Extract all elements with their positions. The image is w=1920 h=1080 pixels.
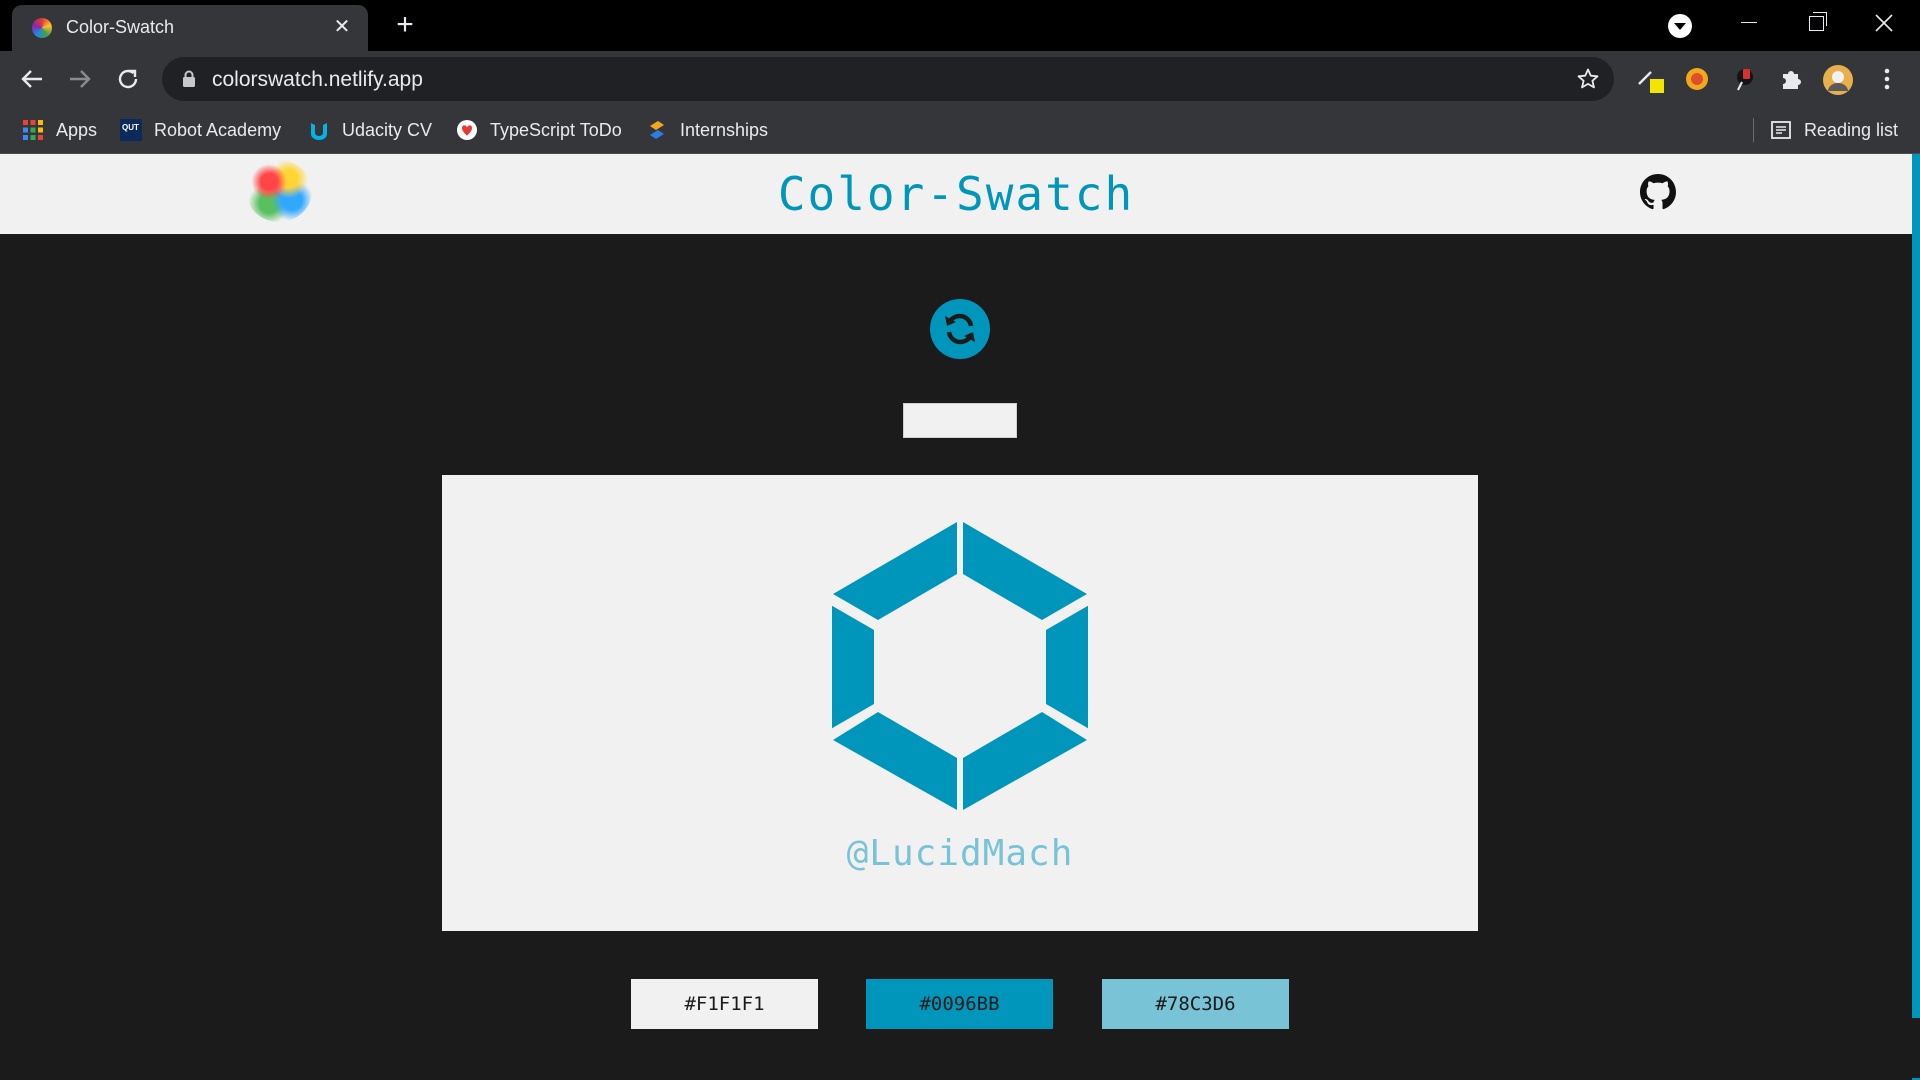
close-icon: [1875, 14, 1893, 32]
bookmarks-bar: Apps QUT Robot Academy Udacity CV TypeSc…: [0, 107, 1920, 154]
browser-toolbar: colorswatch.netlify.app: [0, 51, 1920, 107]
author-handle: @LucidMach: [846, 833, 1074, 874]
todo-icon: [457, 120, 477, 140]
bookmark-label: Apps: [56, 119, 98, 140]
reload-button[interactable]: [112, 63, 144, 95]
bookmark-label: Udacity CV: [342, 119, 433, 140]
tab-close-icon[interactable]: ✕: [330, 15, 354, 39]
reading-list-label: Reading list: [1803, 119, 1898, 140]
profile-avatar[interactable]: [1822, 64, 1853, 95]
arrow-right-icon: [70, 70, 91, 88]
bookmarks-separator: [1752, 118, 1754, 142]
arrow-left-icon: [21, 70, 42, 88]
lock-icon: [183, 70, 195, 87]
page-title: Color-Swatch: [777, 167, 1135, 221]
color-swatch-favicon-icon: [32, 18, 52, 38]
color-preview-card: @LucidMach: [442, 475, 1478, 931]
bookmark-apps[interactable]: Apps: [22, 116, 97, 144]
internships-icon: [650, 121, 664, 139]
window-close-button[interactable]: [1864, 6, 1904, 40]
tab-title: Color-Swatch: [66, 17, 175, 37]
refresh-icon: [945, 313, 975, 345]
new-tab-button[interactable]: +: [390, 10, 420, 41]
reload-icon: [118, 69, 138, 89]
reading-list-button[interactable]: Reading list: [1752, 116, 1898, 144]
bookmark-label: Internships: [680, 119, 769, 140]
swatch-accent-light-button[interactable]: #78C3D6: [1102, 979, 1289, 1029]
bookmark-robot-academy[interactable]: QUT Robot Academy: [120, 116, 281, 144]
apps-grid-icon: [23, 120, 43, 140]
randomize-colors-button[interactable]: [930, 299, 990, 359]
forward-button[interactable]: [64, 63, 96, 95]
svg-text:QUT: QUT: [122, 123, 139, 132]
extension-highlighter-icon[interactable]: [1636, 64, 1666, 94]
bookmark-star-icon[interactable]: [1576, 67, 1600, 91]
address-bar[interactable]: colorswatch.netlify.app: [162, 57, 1614, 101]
udacity-icon: [311, 123, 327, 140]
bookmark-label: Robot Academy: [154, 119, 282, 140]
swatch-light-button[interactable]: #F1F1F1: [631, 979, 818, 1029]
bookmark-internships[interactable]: Internships: [646, 116, 768, 144]
bookmark-typescript-todo[interactable]: TypeScript ToDo: [456, 116, 622, 144]
hexagon-logo-icon: [832, 522, 1088, 810]
qut-icon: QUT: [120, 119, 142, 141]
extension-pen-icon[interactable]: [1730, 64, 1760, 94]
swatch-accent-button[interactable]: #0096BB: [866, 979, 1053, 1029]
browser-tab-strip: Color-Swatch ✕ +: [0, 0, 1920, 51]
site-header: Color-Swatch: [0, 154, 1912, 234]
tab-search-icon[interactable]: [1668, 14, 1692, 38]
reading-list-icon: [1771, 121, 1791, 139]
page-viewport: Color-Swatch @LucidMach #F1F1F1 #0096BB …: [0, 154, 1920, 1080]
url-text: colorswatch.netlify.app: [212, 68, 423, 91]
browser-menu-icon[interactable]: [1872, 64, 1902, 94]
swatch-row: #F1F1F1 #0096BB #78C3D6: [0, 979, 1920, 1029]
bookmark-udacity-cv[interactable]: Udacity CV: [308, 116, 432, 144]
window-restore-button[interactable]: [1796, 6, 1836, 40]
color-hex-input[interactable]: [903, 403, 1017, 438]
extensions-puzzle-icon[interactable]: [1776, 64, 1806, 94]
page-scrollbar[interactable]: [1912, 154, 1920, 1080]
extension-colorful-icon[interactable]: [1682, 64, 1712, 94]
browser-tab-active[interactable]: Color-Swatch ✕: [12, 5, 368, 51]
bookmark-label: TypeScript ToDo: [490, 119, 622, 140]
window-minimize-button[interactable]: [1728, 6, 1768, 40]
github-icon[interactable]: [1640, 174, 1676, 210]
back-button[interactable]: [16, 63, 48, 95]
